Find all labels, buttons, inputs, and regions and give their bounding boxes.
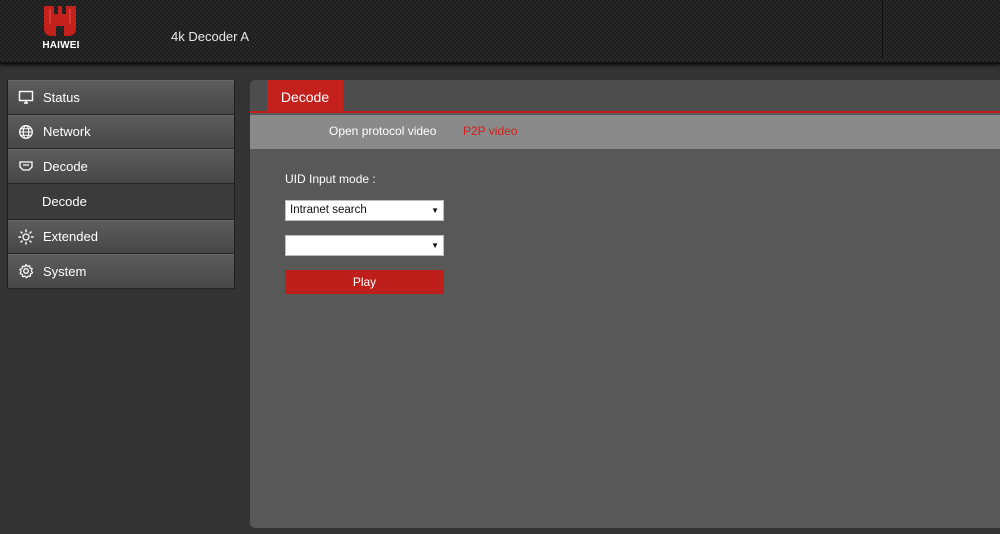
decoder-icon bbox=[18, 158, 34, 174]
device-select[interactable]: ▼ bbox=[285, 235, 444, 256]
header-divider bbox=[882, 0, 883, 58]
uid-input-mode-label: UID Input mode : bbox=[285, 172, 376, 186]
uid-mode-select[interactable]: Intranet search ▼ bbox=[285, 200, 444, 221]
sidebar-item-extended[interactable]: Extended bbox=[8, 219, 234, 254]
sidebar-subitem-label: Decode bbox=[42, 193, 87, 209]
main-panel: Decode Open protocol video P2P video UID… bbox=[250, 80, 1000, 528]
sidebar-item-system[interactable]: System bbox=[8, 254, 234, 289]
sidebar-item-label: Extended bbox=[43, 229, 98, 245]
sidebar-item-network[interactable]: Network bbox=[8, 114, 234, 149]
play-button[interactable]: Play bbox=[285, 270, 444, 294]
sidebar-item-label: Network bbox=[43, 124, 91, 140]
sidebar-nav: Status Network Decode Decode Extended Sy… bbox=[7, 80, 235, 289]
dropdown-arrow-icon: ▼ bbox=[431, 241, 439, 250]
dropdown-arrow-icon: ▼ bbox=[431, 206, 439, 215]
sidebar-item-label: Status bbox=[43, 89, 80, 105]
haiwei-logo: HAIWEI bbox=[38, 4, 84, 54]
sidebar-item-decode[interactable]: Decode bbox=[8, 149, 234, 184]
sidebar-item-label: System bbox=[43, 263, 87, 279]
tab-decode[interactable]: Decode bbox=[267, 80, 343, 113]
globe-icon bbox=[18, 124, 34, 140]
subtab-open-protocol-video[interactable]: Open protocol video bbox=[329, 124, 436, 138]
logo-mark-icon bbox=[44, 6, 76, 36]
sidebar-item-status[interactable]: Status bbox=[8, 80, 234, 115]
brand-name: HAIWEI bbox=[42, 40, 80, 51]
gear-icon bbox=[18, 263, 34, 279]
subtab-bar: Open protocol video P2P video bbox=[250, 115, 1000, 149]
monitor-icon bbox=[18, 89, 34, 105]
uid-mode-select-value: Intranet search bbox=[290, 204, 367, 216]
device-title: 4k Decoder A bbox=[171, 29, 250, 44]
sidebar-item-label: Decode bbox=[43, 158, 88, 174]
sidebar-subitem-decode[interactable]: Decode bbox=[8, 183, 234, 220]
tab-strip: Decode bbox=[250, 80, 1000, 113]
subtab-p2p-video[interactable]: P2P video bbox=[463, 124, 518, 138]
sun-gear-icon bbox=[18, 229, 34, 245]
top-header: HAIWEI 4k Decoder A bbox=[0, 0, 1000, 64]
